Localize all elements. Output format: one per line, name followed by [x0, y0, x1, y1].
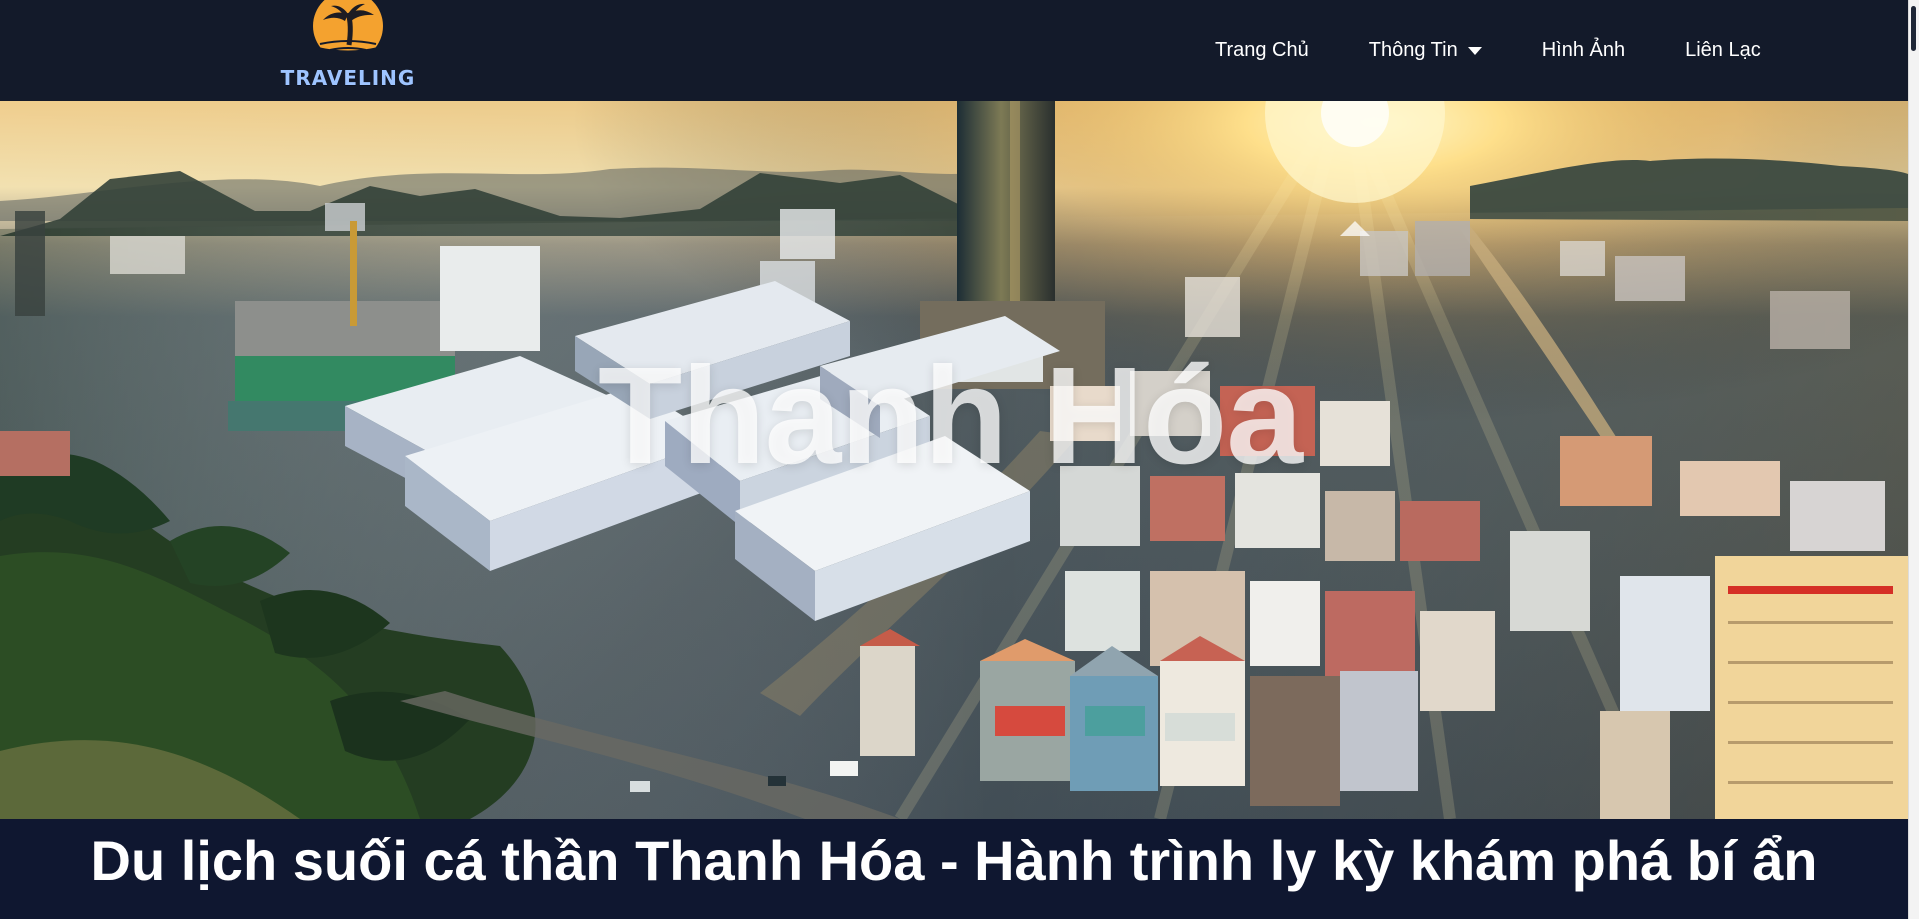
sun-palm-icon	[313, 0, 383, 58]
logo-text: TRAVELING	[280, 66, 416, 90]
main-menu: Trang Chủ Thông Tin Hình Ảnh Liên Lạc	[1215, 36, 1761, 64]
traveling-logo[interactable]: TRAVELING	[263, 0, 433, 95]
nav-item-information-label: Thông Tin	[1368, 39, 1458, 61]
travel-page: TRAVELING Trang Chủ Thông Tin Hình Ảnh L…	[0, 0, 1919, 919]
nav-item-home-label: Trang Chủ	[1215, 39, 1309, 61]
nav-item-images[interactable]: Hình Ảnh	[1542, 36, 1625, 64]
nav-item-images-label: Hình Ảnh	[1541, 39, 1626, 61]
scrollbar-thumb[interactable]	[1911, 6, 1916, 51]
nav-item-contact[interactable]: Liên Lạc	[1685, 36, 1761, 64]
nav-item-information[interactable]: Thông Tin	[1369, 36, 1482, 64]
page-scrollbar[interactable]	[1908, 0, 1919, 919]
hero-location-title: Thanh Hóa	[598, 339, 1303, 493]
nav-item-contact-label: Liên Lạc	[1685, 39, 1761, 61]
nav-item-home[interactable]: Trang Chủ	[1215, 36, 1309, 64]
top-navigation-bar: TRAVELING Trang Chủ Thông Tin Hình Ảnh L…	[0, 0, 1908, 101]
article-headline: Du lịch suối cá thần Thanh Hóa - Hành tr…	[90, 829, 1818, 892]
hero-banner-image: Thanh Hóa	[0, 101, 1908, 819]
caret-down-icon	[1467, 47, 1482, 55]
